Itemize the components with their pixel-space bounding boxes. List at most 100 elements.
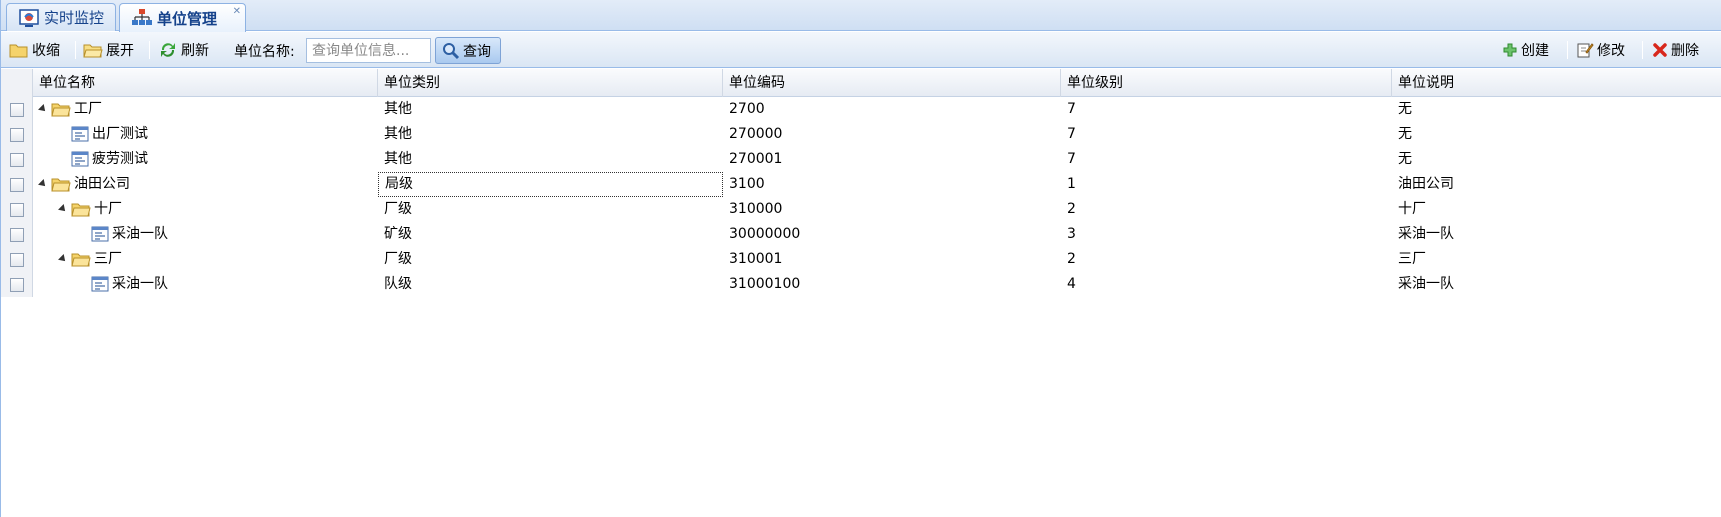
tab-realtime-monitor[interactable]: 实时监控: [6, 3, 116, 31]
cell-level: 4: [1067, 276, 1076, 292]
delete-icon: [1653, 43, 1667, 57]
cell-name: 采油一队: [33, 272, 378, 297]
cell-level: 7: [1067, 151, 1076, 167]
cell-level: 1: [1067, 176, 1076, 192]
cell-name: 采油一队: [33, 222, 378, 247]
unit-name-text: 十厂: [94, 201, 122, 217]
row-checkbox[interactable]: [10, 178, 24, 192]
table-row[interactable]: 出厂测试 其他 270000 7 无: [1, 122, 1721, 147]
cell-type: 矿级: [384, 226, 412, 242]
refresh-label: 刷新: [181, 43, 209, 59]
magnifier-icon: [443, 42, 460, 59]
row-checkbox[interactable]: [10, 228, 24, 242]
unit-node-icon: [91, 276, 109, 292]
cell-desc: 三厂: [1398, 251, 1426, 267]
folder-icon: [51, 103, 71, 117]
row-checkbox[interactable]: [10, 103, 24, 117]
delete-button[interactable]: 删除: [1652, 38, 1699, 62]
folder-icon: [51, 178, 71, 192]
cell-type: 队级: [384, 276, 412, 292]
cell-desc: 采油一队: [1398, 276, 1454, 292]
cell-name: 三厂: [33, 247, 378, 272]
monitor-icon: [19, 8, 39, 27]
table-row[interactable]: 工厂 其他 2700 7 无: [1, 97, 1721, 122]
toolbar-divider: [149, 41, 150, 59]
cell-name: 疲劳测试: [33, 147, 378, 172]
unit-name-text: 采油一队: [112, 276, 168, 292]
expand-button[interactable]: 展开: [83, 38, 134, 62]
cell-name: 出厂测试: [33, 122, 378, 147]
unit-name-label: 单位名称:: [234, 44, 295, 60]
create-button[interactable]: 创建: [1502, 38, 1549, 62]
table-row[interactable]: 疲劳测试 其他 270001 7 无: [1, 147, 1721, 172]
column-header-unit-type[interactable]: 单位类别: [378, 69, 723, 97]
cell-desc: 油田公司: [1398, 176, 1454, 192]
search-button-label: 查询: [463, 43, 491, 60]
unit-name-text: 油田公司: [74, 176, 130, 192]
create-label: 创建: [1521, 43, 1549, 59]
unit-name-text: 出厂测试: [92, 126, 148, 142]
cell-type: 局级: [378, 172, 723, 197]
unit-node-icon: [71, 126, 89, 142]
expand-arrow-icon[interactable]: [38, 104, 48, 114]
column-header-unit-desc[interactable]: 单位说明: [1392, 69, 1721, 97]
org-chart-icon: [132, 9, 152, 25]
cell-code: 270000: [729, 126, 783, 142]
toolbar-divider: [1567, 41, 1568, 59]
search-button[interactable]: 查询: [435, 37, 501, 64]
tab-label: 单位管理: [157, 9, 218, 28]
cell-code: 2700: [729, 101, 765, 117]
edit-label: 修改: [1597, 43, 1625, 59]
row-checkbox[interactable]: [10, 128, 24, 142]
cell-type: 厂级: [384, 251, 412, 267]
table-row[interactable]: 采油一队 队级 31000100 4 采油一队: [1, 272, 1721, 297]
unit-name-text: 工厂: [74, 101, 102, 117]
folder-icon: [71, 253, 91, 267]
toolbar-divider: [75, 41, 76, 59]
cell-code: 270001: [729, 151, 783, 167]
expand-arrow-icon[interactable]: [38, 179, 48, 189]
tree-grid-header: 单位名称 单位类别 单位编码 单位级别 单位说明: [1, 69, 1721, 97]
unit-search-input[interactable]: [306, 38, 431, 63]
unit-name-text: 疲劳测试: [92, 151, 148, 167]
tab-close-icon[interactable]: ✕: [233, 7, 241, 17]
cell-code: 310000: [729, 201, 783, 217]
row-checkbox[interactable]: [10, 153, 24, 167]
table-row[interactable]: 三厂 厂级 310001 2 三厂: [1, 247, 1721, 272]
collapse-button[interactable]: 收缩: [9, 38, 60, 62]
cell-level: 7: [1067, 101, 1076, 117]
cell-level: 2: [1067, 251, 1076, 267]
row-checkbox[interactable]: [10, 253, 24, 267]
cell-desc: 十厂: [1398, 201, 1426, 217]
tab-unit-management[interactable]: 单位管理 ✕: [119, 3, 246, 32]
expand-label: 展开: [106, 43, 134, 59]
expand-arrow-icon[interactable]: [58, 254, 68, 264]
cell-name: 工厂: [33, 97, 378, 122]
cell-type: 其他: [384, 101, 412, 117]
cell-code: 31000100: [729, 276, 801, 292]
cell-level: 7: [1067, 126, 1076, 142]
collapse-label: 收缩: [32, 43, 60, 59]
expand-arrow-icon[interactable]: [58, 204, 68, 214]
column-header-unit-level[interactable]: 单位级别: [1061, 69, 1392, 97]
plus-icon: [1503, 43, 1517, 57]
cell-desc: 采油一队: [1398, 226, 1454, 242]
cell-level: 3: [1067, 226, 1076, 242]
row-checkbox[interactable]: [10, 278, 24, 292]
table-row[interactable]: 油田公司 局级 3100 1 油田公司: [1, 172, 1721, 197]
column-header-unit-name[interactable]: 单位名称: [33, 69, 378, 97]
edit-icon: [1577, 43, 1594, 58]
edit-button[interactable]: 修改: [1576, 38, 1625, 62]
refresh-button[interactable]: 刷新: [158, 38, 209, 62]
cell-name: 油田公司: [33, 172, 378, 197]
cell-desc: 无: [1398, 101, 1412, 117]
table-row[interactable]: 十厂 厂级 310000 2 十厂: [1, 197, 1721, 222]
column-header-unit-code[interactable]: 单位编码: [723, 69, 1061, 97]
table-row[interactable]: 采油一队 矿级 30000000 3 采油一队: [1, 222, 1721, 247]
row-checkbox[interactable]: [10, 203, 24, 217]
cell-name: 十厂: [33, 197, 378, 222]
folder-icon: [71, 203, 91, 217]
unit-node-icon: [91, 226, 109, 242]
cell-type: 其他: [384, 126, 412, 142]
cell-type: 其他: [384, 151, 412, 167]
